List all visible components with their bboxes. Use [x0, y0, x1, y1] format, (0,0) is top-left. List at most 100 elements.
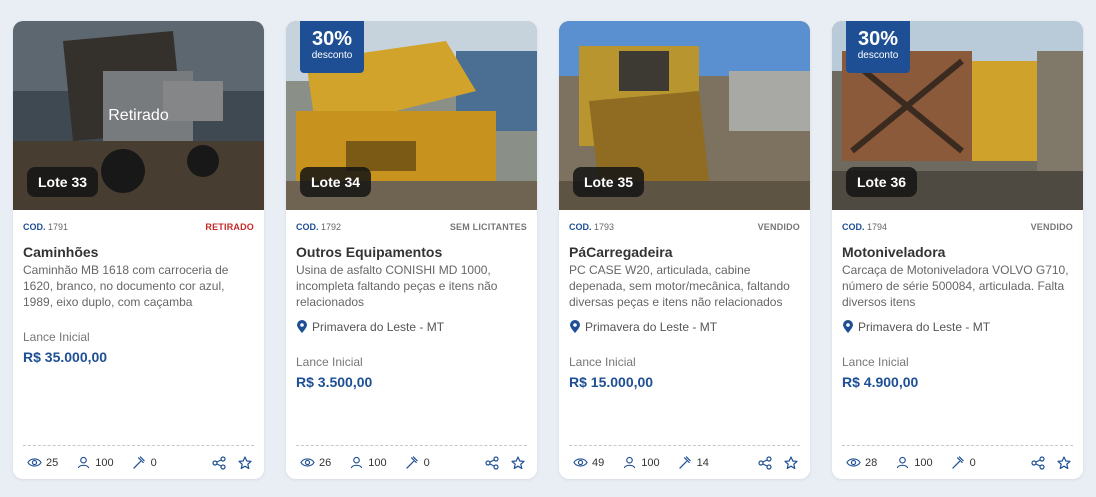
gavel-icon — [405, 456, 418, 469]
bids-count: 14 — [696, 456, 709, 469]
lot-card[interactable]: Retirado Lote 33 COD. 1791 RETIRADO Cami… — [13, 21, 264, 479]
views-count: 49 — [592, 456, 605, 469]
user-icon — [78, 456, 90, 469]
lot-location: Primavera do Leste - MT — [296, 319, 527, 335]
code-value: 1793 — [594, 222, 615, 232]
users-stat: 100 — [622, 456, 660, 469]
bids-count: 0 — [150, 456, 157, 469]
gavel-icon — [132, 456, 145, 469]
starting-bid-price: R$ 35.000,00 — [23, 349, 108, 365]
lot-code: COD. 1794 — [842, 222, 887, 232]
bids-stat: 0 — [132, 456, 157, 469]
lot-title[interactable]: Outros Equipamentos — [296, 243, 527, 261]
status-badge: VENDIDO — [1030, 222, 1073, 232]
star-icon[interactable] — [1057, 455, 1071, 470]
location-text: Primavera do Leste - MT — [312, 320, 445, 334]
starting-bid-price: R$ 15.000,00 — [569, 374, 654, 390]
share-icon[interactable] — [212, 455, 226, 470]
lot-card[interactable]: Lote 35 COD. 1793 VENDIDO PáCarregadeira… — [559, 21, 810, 479]
lot-code: COD. 1793 — [569, 222, 614, 232]
starting-bid-price: R$ 4.900,00 — [842, 374, 919, 390]
code-value: 1791 — [48, 222, 69, 232]
status-badge: SEM LICITANTES — [449, 222, 527, 232]
card-footer: 28 100 0 — [842, 445, 1073, 479]
views-stat: 26 — [300, 456, 331, 469]
lot-description: Caminhão MB 1618 com carroceria de 1620,… — [23, 263, 229, 309]
starting-bid-label: Lance Inicial — [569, 355, 636, 369]
discount-badge: 30% desconto — [846, 21, 910, 73]
code-value: 1792 — [321, 222, 342, 232]
lot-number-badge: Lote 34 — [300, 167, 372, 197]
starting-bid-label: Lance Inicial — [842, 355, 909, 369]
share-icon[interactable] — [1031, 455, 1045, 470]
user-icon — [624, 456, 636, 469]
lot-location: Primavera do Leste - MT — [842, 319, 1073, 335]
bids-stat: 14 — [678, 456, 709, 469]
lot-card-list: Retirado Lote 33 COD. 1791 RETIRADO Cami… — [13, 21, 1083, 479]
users-stat: 100 — [895, 456, 933, 469]
bids-count: 0 — [423, 456, 430, 469]
views-stat: 49 — [573, 456, 604, 469]
users-count: 100 — [641, 456, 660, 469]
starting-bid-label: Lance Inicial — [23, 330, 90, 344]
eye-icon — [27, 458, 42, 467]
discount-badge: 30% desconto — [300, 21, 364, 73]
star-icon[interactable] — [784, 455, 798, 470]
share-icon[interactable] — [758, 455, 772, 470]
status-badge: RETIRADO — [205, 222, 254, 232]
lot-location: Primavera do Leste - MT — [569, 319, 800, 335]
lot-photo[interactable]: 30% desconto Lote 34 — [286, 21, 537, 210]
lot-number-badge: Lote 35 — [573, 167, 645, 197]
code-label: COD. — [23, 222, 46, 232]
code-value: 1794 — [867, 222, 888, 232]
lot-description: Usina de asfalto CONISHI MD 1000, incomp… — [296, 263, 498, 309]
users-stat: 100 — [76, 456, 114, 469]
location-text: Primavera do Leste - MT — [858, 320, 991, 334]
lot-photo[interactable]: Lote 35 — [559, 21, 810, 210]
views-stat: 28 — [846, 456, 877, 469]
bids-count: 0 — [969, 456, 976, 469]
discount-label: desconto — [311, 50, 353, 61]
users-stat: 100 — [349, 456, 387, 469]
code-label: COD. — [296, 222, 319, 232]
star-icon[interactable] — [238, 455, 252, 470]
starting-bid-price: R$ 3.500,00 — [296, 374, 373, 390]
lot-title[interactable]: Motoniveladora — [842, 243, 1073, 261]
views-count: 26 — [319, 456, 332, 469]
map-pin-icon — [843, 320, 853, 333]
lot-card[interactable]: 30% desconto Lote 36 COD. 1794 VENDIDO M… — [832, 21, 1083, 479]
card-footer: 25 100 0 — [23, 445, 254, 479]
lot-card[interactable]: 30% desconto Lote 34 COD. 1792 SEM LICIT… — [286, 21, 537, 479]
code-label: COD. — [569, 222, 592, 232]
map-pin-icon — [297, 320, 307, 333]
gavel-icon — [951, 456, 964, 469]
lot-photo[interactable]: 30% desconto Lote 36 — [832, 21, 1083, 210]
eye-icon — [573, 458, 588, 467]
views-count: 25 — [46, 456, 59, 469]
lot-code: COD. 1791 — [23, 222, 68, 232]
share-icon[interactable] — [485, 455, 499, 470]
discount-label: desconto — [857, 50, 899, 61]
withdrawn-overlay-text: Retirado — [108, 107, 169, 124]
eye-icon — [846, 458, 861, 467]
views-stat: 25 — [27, 456, 58, 469]
user-icon — [897, 456, 909, 469]
users-count: 100 — [95, 456, 114, 469]
eye-icon — [300, 458, 315, 467]
lot-description: Carcaça de Motoniveladora VOLVO G710, nú… — [842, 263, 1069, 309]
lot-title[interactable]: PáCarregadeira — [569, 243, 800, 261]
card-footer: 26 100 0 — [296, 445, 527, 479]
lot-number-badge: Lote 33 — [27, 167, 99, 197]
user-icon — [351, 456, 363, 469]
code-label: COD. — [842, 222, 865, 232]
map-pin-icon — [570, 320, 580, 333]
star-icon[interactable] — [511, 455, 525, 470]
discount-percent: 30% — [857, 28, 899, 50]
lot-number-badge: Lote 36 — [846, 167, 918, 197]
lot-code: COD. 1792 — [296, 222, 341, 232]
lot-photo[interactable]: Retirado Lote 33 — [13, 21, 264, 210]
lot-title[interactable]: Caminhões — [23, 243, 254, 261]
users-count: 100 — [914, 456, 933, 469]
discount-percent: 30% — [311, 28, 353, 50]
bids-stat: 0 — [951, 456, 976, 469]
